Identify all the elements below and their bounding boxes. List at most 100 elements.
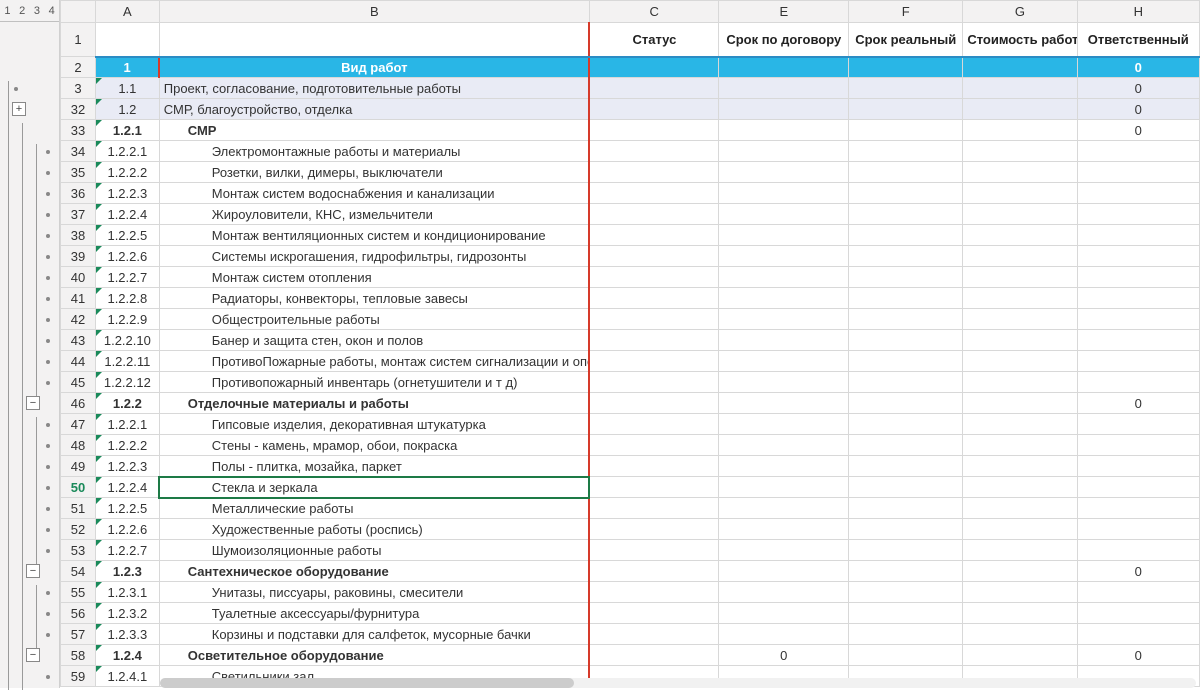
cell-b[interactable]: Монтаж систем отопления — [159, 267, 589, 288]
row-header[interactable]: 32 — [61, 99, 96, 120]
cell-f[interactable] — [849, 78, 963, 99]
cell-c[interactable] — [589, 78, 719, 99]
grid-table[interactable]: A B C E F G H 1 Статус Срок по договору … — [60, 0, 1200, 687]
cell-e[interactable] — [719, 267, 849, 288]
cell-b[interactable]: СМР, благоустройство, отделка — [159, 99, 589, 120]
cell-f[interactable] — [849, 246, 963, 267]
cell-h[interactable] — [1077, 141, 1199, 162]
cell-a2[interactable]: 1 — [95, 57, 159, 78]
cell-g[interactable] — [963, 225, 1077, 246]
cell-h[interactable] — [1077, 330, 1199, 351]
cell-g[interactable] — [963, 330, 1077, 351]
cell-a[interactable]: 1.2.2.6 — [95, 246, 159, 267]
cell-g[interactable] — [963, 561, 1077, 582]
cell-h[interactable] — [1077, 372, 1199, 393]
cell-a[interactable]: 1.2.2.2 — [95, 162, 159, 183]
row-header[interactable]: 59 — [61, 666, 96, 687]
cell-f[interactable] — [849, 456, 963, 477]
cell-e[interactable] — [719, 246, 849, 267]
cell-f[interactable] — [849, 477, 963, 498]
cell-h[interactable]: 0 — [1077, 393, 1199, 414]
cell-a[interactable]: 1.1 — [95, 78, 159, 99]
outline-expand[interactable]: + — [12, 102, 26, 116]
cell-a[interactable]: 1.2.4 — [95, 645, 159, 666]
cell-e[interactable] — [719, 120, 849, 141]
cell-b[interactable]: Полы - плитка, мозайка, паркет — [159, 456, 589, 477]
cell-a[interactable]: 1.2.3.1 — [95, 582, 159, 603]
cell-e[interactable] — [719, 225, 849, 246]
cell-b[interactable]: Сантехническое оборудование — [159, 561, 589, 582]
cell-b[interactable]: Отделочные материалы и работы — [159, 393, 589, 414]
row-header[interactable]: 48 — [61, 435, 96, 456]
cell-f[interactable] — [849, 561, 963, 582]
cell-b[interactable]: Осветительное оборудование — [159, 645, 589, 666]
row-header[interactable]: 36 — [61, 183, 96, 204]
cell-h[interactable] — [1077, 246, 1199, 267]
cell-a[interactable]: 1.2.2.3 — [95, 183, 159, 204]
row-header[interactable]: 35 — [61, 162, 96, 183]
cell-g[interactable] — [963, 246, 1077, 267]
row-header[interactable]: 50 — [61, 477, 96, 498]
cell-b[interactable]: Радиаторы, конвекторы, тепловые завесы — [159, 288, 589, 309]
cell-f[interactable] — [849, 582, 963, 603]
cell-g[interactable] — [963, 162, 1077, 183]
cell-h[interactable] — [1077, 477, 1199, 498]
cell-f[interactable] — [849, 519, 963, 540]
cell-a[interactable]: 1.2.2.4 — [95, 477, 159, 498]
outline-level-2[interactable]: 2 — [15, 0, 30, 21]
cell-b[interactable]: Унитазы, писсуары, раковины, смесители — [159, 582, 589, 603]
cell-h[interactable] — [1077, 162, 1199, 183]
cell-e[interactable] — [719, 603, 849, 624]
cell-e[interactable] — [719, 141, 849, 162]
cell-f[interactable] — [849, 225, 963, 246]
cell-g[interactable] — [963, 288, 1077, 309]
scrollbar-thumb[interactable] — [160, 678, 574, 688]
cell-e[interactable] — [719, 393, 849, 414]
cell-h[interactable] — [1077, 288, 1199, 309]
cell-g[interactable] — [963, 141, 1077, 162]
cell-b[interactable]: Противопожарный инвентарь (огнетушители … — [159, 372, 589, 393]
row-header[interactable]: 53 — [61, 540, 96, 561]
outline-level-3[interactable]: 3 — [30, 0, 45, 21]
cell-h[interactable]: 0 — [1077, 78, 1199, 99]
cell-g[interactable] — [963, 183, 1077, 204]
cell-c[interactable] — [589, 435, 719, 456]
outline-collapse[interactable]: − — [26, 648, 40, 662]
row-header[interactable]: 3 — [61, 78, 96, 99]
cell-f[interactable] — [849, 309, 963, 330]
cell-a[interactable]: 1.2.2.11 — [95, 351, 159, 372]
cell-a[interactable]: 1.2.2.9 — [95, 309, 159, 330]
cell-a[interactable]: 1.2.2 — [95, 393, 159, 414]
cell-c[interactable] — [589, 288, 719, 309]
cell-g[interactable] — [963, 99, 1077, 120]
row-header[interactable]: 54 — [61, 561, 96, 582]
cell-a[interactable]: 1.2.2.6 — [95, 519, 159, 540]
cell-f[interactable] — [849, 162, 963, 183]
cell-b[interactable]: Шумоизоляционные работы — [159, 540, 589, 561]
cell-c[interactable] — [589, 183, 719, 204]
cell-f[interactable] — [849, 330, 963, 351]
cell-h[interactable] — [1077, 603, 1199, 624]
cell-g[interactable] — [963, 309, 1077, 330]
cell-g[interactable] — [963, 498, 1077, 519]
cell-f[interactable] — [849, 435, 963, 456]
cell-b2[interactable]: Вид работ — [159, 57, 589, 78]
cell-g[interactable] — [963, 603, 1077, 624]
cell-h[interactable]: 0 — [1077, 120, 1199, 141]
cell-h[interactable] — [1077, 519, 1199, 540]
cell-e[interactable]: 0 — [719, 645, 849, 666]
cell-g[interactable] — [963, 477, 1077, 498]
cell-c[interactable] — [589, 540, 719, 561]
cell-f2[interactable] — [849, 57, 963, 78]
cell-c[interactable] — [589, 498, 719, 519]
cell-c[interactable] — [589, 267, 719, 288]
cell-e[interactable] — [719, 624, 849, 645]
row-header[interactable]: 57 — [61, 624, 96, 645]
cell-g[interactable] — [963, 456, 1077, 477]
cell-a[interactable]: 1.2.2.1 — [95, 141, 159, 162]
cell-h[interactable] — [1077, 540, 1199, 561]
cell-b[interactable]: Общестроительные работы — [159, 309, 589, 330]
cell-e[interactable] — [719, 330, 849, 351]
cell-b[interactable]: Художественные работы (роспись) — [159, 519, 589, 540]
row-header[interactable]: 47 — [61, 414, 96, 435]
